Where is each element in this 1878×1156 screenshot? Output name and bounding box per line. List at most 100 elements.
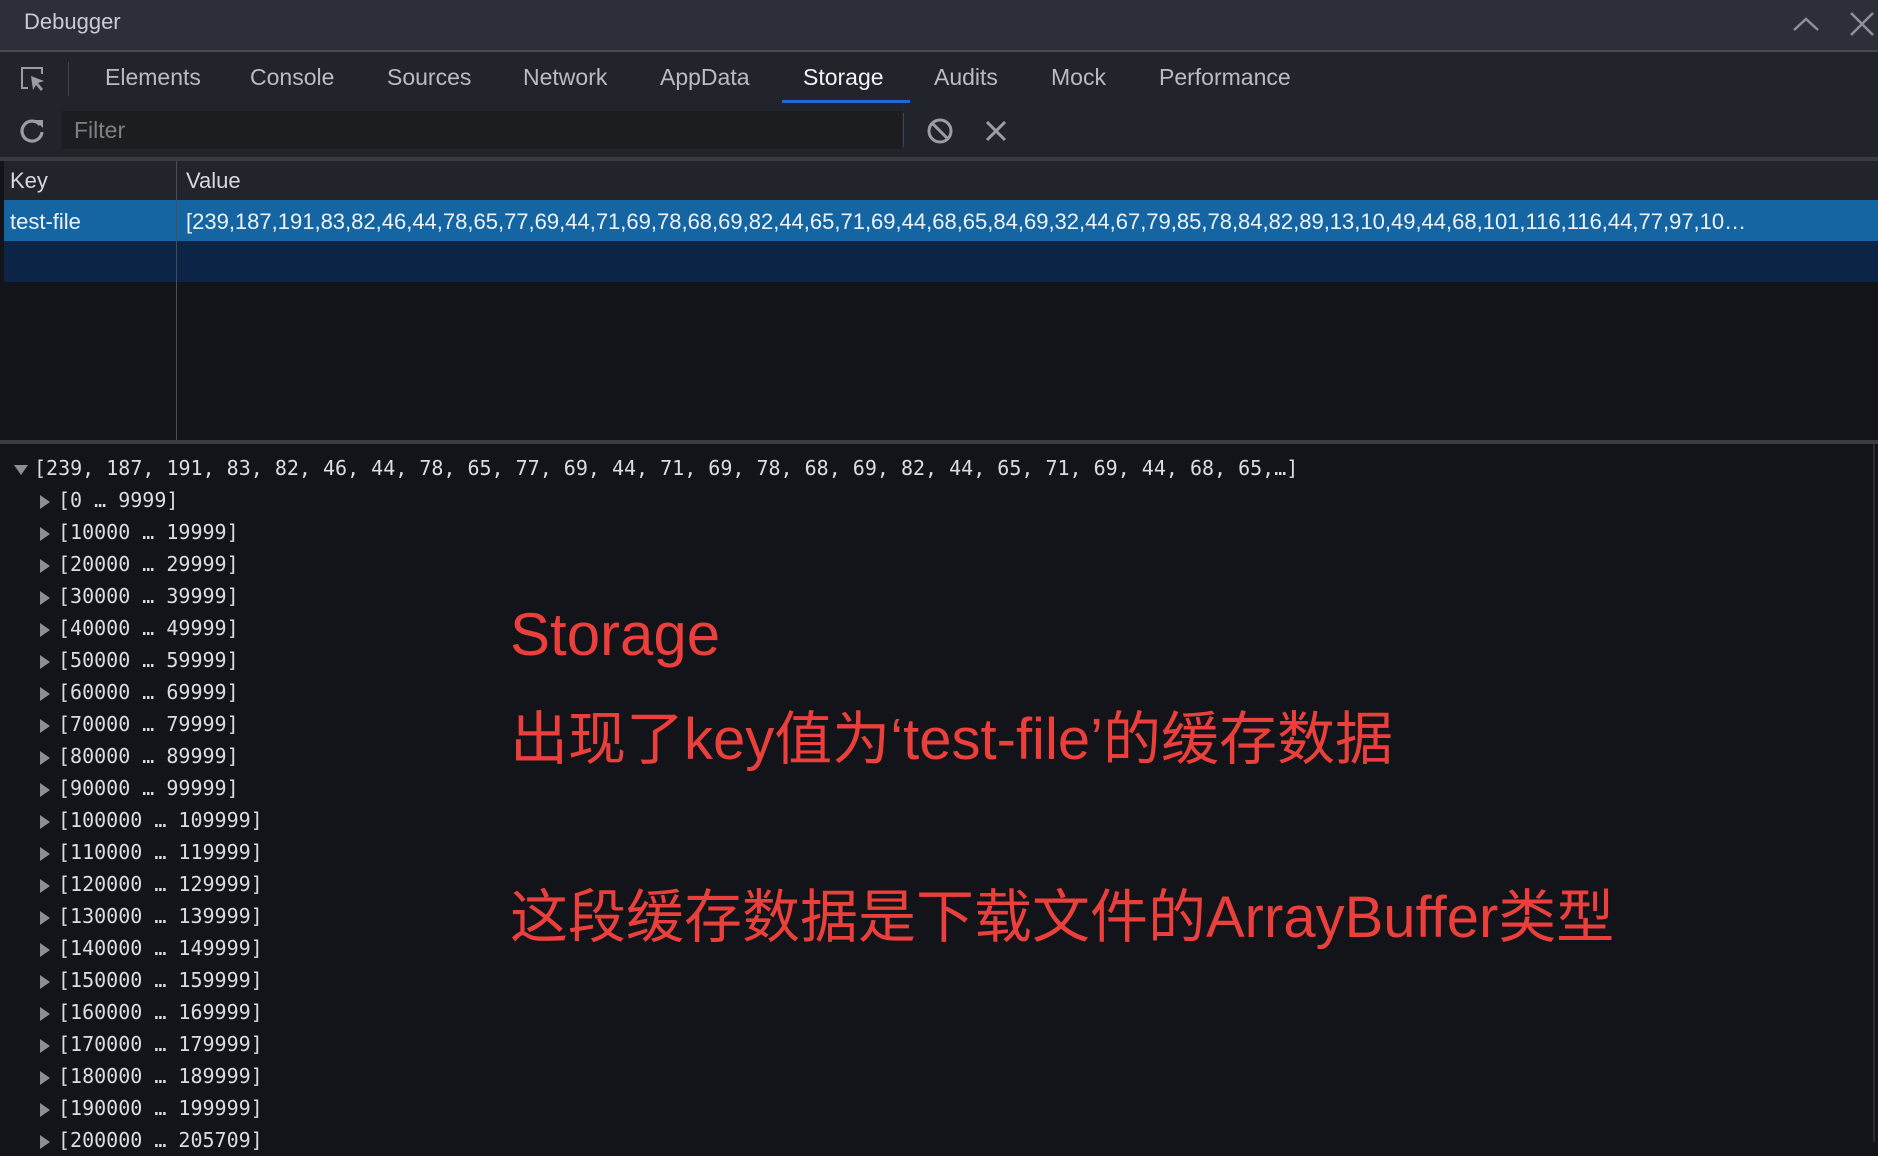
window-title: Debugger (24, 9, 121, 34)
collapsed-arrow-icon (40, 1070, 50, 1085)
tree-group[interactable]: [70000 … 79999] (40, 708, 239, 740)
tree-group-label: [20000 … 29999] (58, 552, 239, 576)
tree-group[interactable]: [110000 … 119999] (40, 836, 263, 868)
collapsed-arrow-icon (40, 622, 50, 637)
table-header: Key Value (4, 161, 1878, 200)
tab-console[interactable]: Console (250, 64, 334, 91)
tree-group[interactable]: [50000 … 59999] (40, 644, 239, 676)
collapsed-arrow-icon (40, 974, 50, 989)
delete-selected-icon[interactable] (984, 119, 1008, 143)
title-bar: Debugger (0, 0, 1878, 52)
row-key: test-file (10, 209, 81, 234)
tab-sources[interactable]: Sources (387, 64, 471, 91)
annotation-line-2: 这段缓存数据是下载文件的ArrayBuffer类型 (510, 885, 1615, 950)
tab-storage[interactable]: Storage (803, 64, 884, 91)
tree-group[interactable]: [20000 … 29999] (40, 548, 239, 580)
column-divider[interactable] (176, 161, 177, 440)
tree-group[interactable]: [180000 … 189999] (40, 1060, 263, 1092)
divider (68, 62, 69, 96)
tree-group-label: [90000 … 99999] (58, 776, 239, 800)
filter-input[interactable] (62, 111, 902, 149)
tab-audits[interactable]: Audits (934, 64, 998, 91)
tree-group[interactable]: [10000 … 19999] (40, 516, 239, 548)
refresh-icon[interactable] (18, 116, 46, 144)
tree-root-label: [239, 187, 191, 83, 82, 46, 44, 78, 65, … (34, 456, 1299, 480)
tree-group[interactable]: [40000 … 49999] (40, 612, 239, 644)
collapsed-arrow-icon (40, 654, 50, 669)
annotation-line-1: 出现了key值为‘test-file’的缓存数据 (510, 707, 1393, 772)
tree-group[interactable]: [160000 … 169999] (40, 996, 263, 1028)
tree-group[interactable]: [90000 … 99999] (40, 772, 239, 804)
collapsed-arrow-icon (40, 846, 50, 861)
collapsed-arrow-icon (40, 910, 50, 925)
column-header-value[interactable]: Value (186, 168, 241, 194)
tree-group-label: [130000 … 139999] (58, 904, 263, 928)
tree-group-label: [120000 … 129999] (58, 872, 263, 896)
collapsed-arrow-icon (40, 782, 50, 797)
tab-elements[interactable]: Elements (105, 64, 201, 91)
tree-group-label: [40000 … 49999] (58, 616, 239, 640)
active-tab-indicator (782, 100, 910, 103)
tree-group-label: [100000 … 109999] (58, 808, 263, 832)
row-value: [239,187,191,83,82,46,44,78,65,77,69,44,… (186, 209, 1747, 234)
collapsed-arrow-icon (40, 878, 50, 893)
scrollbar[interactable] (1873, 444, 1875, 1142)
divider (903, 113, 904, 147)
tree-group-label: [150000 … 159999] (58, 968, 263, 992)
tree-group-label: [50000 … 59999] (58, 648, 239, 672)
tree-group[interactable]: [60000 … 69999] (40, 676, 239, 708)
collapsed-arrow-icon (40, 942, 50, 957)
tree-group[interactable]: [100000 … 109999] (40, 804, 263, 836)
tree-group[interactable]: [30000 … 39999] (40, 580, 239, 612)
tree-group[interactable]: [120000 … 129999] (40, 868, 263, 900)
collapsed-arrow-icon (40, 526, 50, 541)
panel-resizer[interactable] (0, 440, 1878, 444)
tree-group[interactable]: [130000 … 139999] (40, 900, 263, 932)
collapsed-arrow-icon (40, 1006, 50, 1021)
tree-group[interactable]: [200000 … 205709] (40, 1124, 263, 1156)
empty-row (4, 241, 1878, 282)
inspect-element-icon[interactable] (18, 64, 48, 94)
expanded-arrow-icon (14, 464, 28, 475)
collapsed-arrow-icon (40, 750, 50, 765)
tree-group[interactable]: [170000 … 179999] (40, 1028, 263, 1060)
tab-network[interactable]: Network (523, 64, 607, 91)
tree-group-label: [170000 … 179999] (58, 1032, 263, 1056)
tree-group-label: [200000 … 205709] (58, 1128, 263, 1152)
tree-group-label: [30000 … 39999] (58, 584, 239, 608)
collapsed-arrow-icon (40, 814, 50, 829)
collapsed-arrow-icon (40, 1102, 50, 1117)
chevron-up-icon[interactable] (1790, 8, 1822, 40)
tree-group-label: [110000 … 119999] (58, 840, 263, 864)
tab-appdata[interactable]: AppData (660, 64, 750, 91)
tree-group-label: [190000 … 199999] (58, 1096, 263, 1120)
tree-group-label: [140000 … 149999] (58, 936, 263, 960)
collapsed-arrow-icon (40, 718, 50, 733)
tab-bar: Elements Console Sources Network AppData… (0, 52, 1878, 105)
annotation-title: Storage (510, 601, 721, 668)
close-icon[interactable] (1846, 8, 1878, 40)
collapsed-arrow-icon (40, 1038, 50, 1053)
filter-toolbar (0, 105, 1878, 161)
tree-group[interactable]: [150000 … 159999] (40, 964, 263, 996)
collapsed-arrow-icon (40, 590, 50, 605)
collapsed-arrow-icon (40, 686, 50, 701)
collapsed-arrow-icon (40, 558, 50, 573)
collapsed-arrow-icon (40, 494, 50, 509)
tab-mock[interactable]: Mock (1051, 64, 1106, 91)
table-row[interactable]: test-file [239,187,191,83,82,46,44,78,65… (4, 200, 1878, 241)
tab-performance[interactable]: Performance (1159, 64, 1291, 91)
tree-group[interactable]: [80000 … 89999] (40, 740, 239, 772)
tree-root[interactable]: [239, 187, 191, 83, 82, 46, 44, 78, 65, … (14, 452, 1298, 484)
tree-group-label: [70000 … 79999] (58, 712, 239, 736)
tree-group-label: [80000 … 89999] (58, 744, 239, 768)
tree-group-label: [160000 … 169999] (58, 1000, 263, 1024)
tree-group-label: [0 … 9999] (58, 488, 179, 512)
tree-group[interactable]: [190000 … 199999] (40, 1092, 263, 1124)
tree-group[interactable]: [0 … 9999] (40, 484, 178, 516)
tree-group[interactable]: [140000 … 149999] (40, 932, 263, 964)
tree-group-label: [10000 … 19999] (58, 520, 239, 544)
clear-all-block-icon[interactable] (926, 117, 954, 145)
tree-group-label: [60000 … 69999] (58, 680, 239, 704)
column-header-key[interactable]: Key (10, 168, 48, 194)
